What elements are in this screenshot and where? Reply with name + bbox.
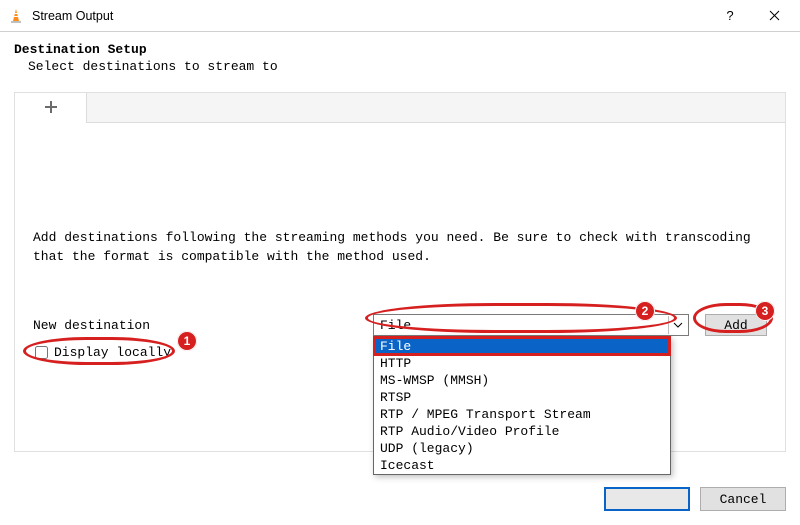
window-title: Stream Output	[32, 9, 708, 23]
display-locally-checkbox[interactable]	[35, 346, 48, 359]
dropdown-option[interactable]: File	[374, 338, 670, 355]
titlebar: Stream Output ?	[0, 0, 800, 32]
vlc-cone-icon	[8, 8, 24, 24]
cancel-button-label: Cancel	[720, 492, 767, 507]
tab-add[interactable]	[15, 93, 87, 123]
new-destination-row: New destination File Add	[33, 313, 767, 337]
destination-dropdown-list[interactable]: FileHTTPMS-WMSP (MMSH)RTSPRTP / MPEG Tra…	[373, 337, 671, 475]
add-button-label: Add	[724, 318, 747, 333]
dropdown-option[interactable]: RTP Audio/Video Profile	[374, 423, 670, 440]
dropdown-option[interactable]: UDP (legacy)	[374, 440, 670, 457]
dialog-footer: Cancel	[604, 487, 786, 511]
page-subtitle: Select destinations to stream to	[14, 59, 786, 74]
cancel-button[interactable]: Cancel	[700, 487, 786, 511]
page-title: Destination Setup	[14, 42, 786, 57]
chevron-down-icon	[668, 316, 686, 334]
destination-panel: Add destinations following the streaming…	[14, 92, 786, 452]
annotation-badge-3: 3	[755, 301, 775, 321]
dropdown-option[interactable]: Icecast	[374, 457, 670, 474]
display-locally-label: Display locally	[54, 345, 171, 360]
instruction-text: Add destinations following the streaming…	[33, 229, 767, 267]
tabstrip	[15, 93, 785, 123]
destination-combo-value: File	[380, 318, 411, 333]
close-icon[interactable]	[752, 1, 796, 31]
dropdown-option[interactable]: HTTP	[374, 355, 670, 372]
dropdown-option[interactable]: MS-WMSP (MMSH)	[374, 372, 670, 389]
new-destination-label: New destination	[33, 318, 373, 333]
display-locally-row: Display locally	[33, 343, 171, 361]
annotation-badge-2: 2	[635, 301, 655, 321]
annotation-badge-1: 1	[177, 331, 197, 351]
dropdown-option[interactable]: RTP / MPEG Transport Stream	[374, 406, 670, 423]
next-button[interactable]	[604, 487, 690, 511]
plus-icon	[44, 100, 58, 117]
help-icon[interactable]: ?	[708, 1, 752, 31]
dropdown-option[interactable]: RTSP	[374, 389, 670, 406]
page-header: Destination Setup Select destinations to…	[0, 32, 800, 80]
